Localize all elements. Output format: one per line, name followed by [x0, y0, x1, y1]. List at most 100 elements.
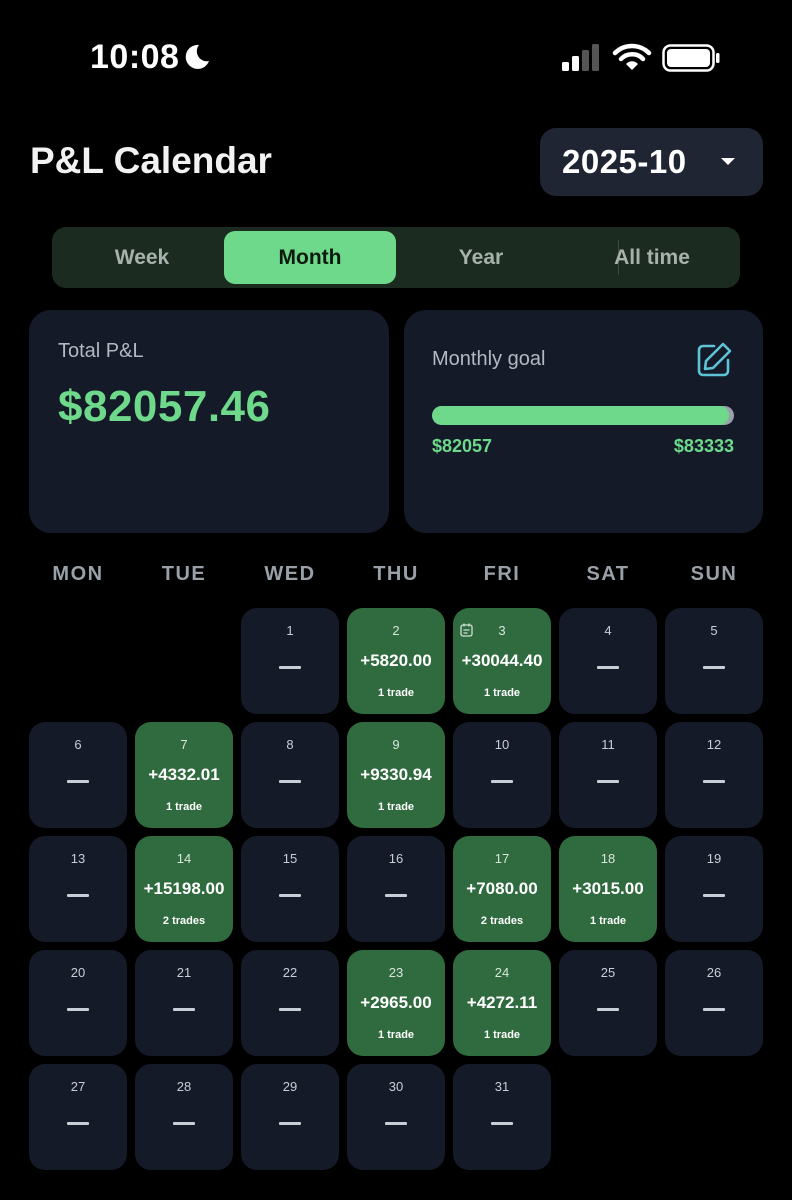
- no-trades-dash: [491, 780, 513, 783]
- day-number: 2: [392, 623, 400, 638]
- weekday-tue: TUE: [161, 563, 207, 585]
- weekday-sat: SAT: [586, 563, 630, 585]
- calendar-day-30[interactable]: 30: [347, 1064, 445, 1170]
- no-trades-dash: [279, 780, 301, 783]
- day-number: 19: [706, 851, 722, 866]
- day-number: 13: [70, 851, 86, 866]
- day-number: 30: [388, 1079, 404, 1094]
- calendar-day-4[interactable]: 4: [559, 608, 657, 714]
- no-trades-dash: [173, 1122, 195, 1125]
- status-bar: 10:08: [0, 0, 792, 110]
- calendar-day-22[interactable]: 22: [241, 950, 339, 1056]
- journal-note-icon: [460, 623, 473, 637]
- calendar-day-20[interactable]: 20: [29, 950, 127, 1056]
- battery-icon: [662, 44, 720, 72]
- tab-week[interactable]: Week: [56, 231, 228, 284]
- tab-label: Year: [458, 245, 504, 269]
- no-trades-dash: [279, 666, 301, 669]
- day-trade-count: 1 trade: [377, 687, 415, 699]
- moon-icon: [185, 44, 209, 69]
- no-trades-dash: [385, 1122, 407, 1125]
- calendar-day-2[interactable]: 2 +5820.00 1 trade: [347, 608, 445, 714]
- edit-icon[interactable]: [694, 340, 734, 380]
- day-number: 18: [600, 851, 616, 866]
- no-trades-dash: [597, 780, 619, 783]
- day-trade-count: 1 trade: [483, 1029, 521, 1041]
- calendar-day-6[interactable]: 6: [29, 722, 127, 828]
- day-number: 6: [74, 737, 82, 752]
- calendar-day-18[interactable]: 18 +3015.00 1 trade: [559, 836, 657, 942]
- monthly-goal-label: Monthly goal: [432, 348, 546, 370]
- calendar-day-16[interactable]: 16: [347, 836, 445, 942]
- day-number: 11: [601, 737, 615, 752]
- calendar-day-23[interactable]: 23 +2965.00 1 trade: [347, 950, 445, 1056]
- wifi-icon: [612, 43, 652, 70]
- weekday-wed: WED: [264, 563, 316, 585]
- day-pnl: +4272.11: [466, 993, 538, 1012]
- no-trades-dash: [703, 666, 725, 669]
- no-trades-dash: [279, 894, 301, 897]
- goal-progress-fill: [432, 406, 730, 425]
- calendar-day-3[interactable]: 3 +30044.40 1 trade: [453, 608, 551, 714]
- day-number: 22: [282, 965, 298, 980]
- tab-all-time[interactable]: All time: [566, 231, 738, 284]
- day-trade-count: 1 trade: [165, 801, 203, 813]
- goal-target-value: $83333: [673, 436, 734, 456]
- day-trade-count: 2 trades: [162, 915, 206, 927]
- tab-month[interactable]: Month: [224, 231, 396, 284]
- no-trades-dash: [279, 1008, 301, 1011]
- day-number: 20: [70, 965, 86, 980]
- calendar-day-5[interactable]: 5: [665, 608, 763, 714]
- calendar-day-8[interactable]: 8: [241, 722, 339, 828]
- day-pnl: +9330.94: [360, 765, 432, 784]
- day-number: 1: [286, 623, 294, 638]
- day-number: 8: [286, 737, 294, 752]
- weekday-mon: MON: [52, 563, 104, 585]
- calendar-day-19[interactable]: 19: [665, 836, 763, 942]
- calendar-day-14[interactable]: 14 +15198.00 2 trades: [135, 836, 233, 942]
- calendar-day-17[interactable]: 17 +7080.00 2 trades: [453, 836, 551, 942]
- goal-current-value: $82057: [432, 436, 493, 456]
- calendar-day-31[interactable]: 31: [453, 1064, 551, 1170]
- calendar-day-9[interactable]: 9 +9330.94 1 trade: [347, 722, 445, 828]
- day-trade-count: 2 trades: [480, 915, 524, 927]
- day-number: 4: [604, 623, 612, 638]
- monthly-goal-card: Monthly goal $82057 $83333: [404, 310, 763, 533]
- no-trades-dash: [67, 894, 89, 897]
- calendar-day-25[interactable]: 25: [559, 950, 657, 1056]
- calendar-day-24[interactable]: 24 +4272.11 1 trade: [453, 950, 551, 1056]
- day-trade-count: 1 trade: [589, 915, 627, 927]
- calendar-day-13[interactable]: 13: [29, 836, 127, 942]
- calendar-day-26[interactable]: 26: [665, 950, 763, 1056]
- calendar-day-7[interactable]: 7 +4332.01 1 trade: [135, 722, 233, 828]
- day-pnl: +30044.40: [461, 651, 543, 670]
- tab-year[interactable]: Year: [395, 231, 567, 284]
- selected-month: 2025-10: [562, 143, 687, 180]
- total-pnl-label: Total P&L: [58, 340, 144, 362]
- day-number: 31: [494, 1079, 510, 1094]
- day-pnl: +2965.00: [360, 993, 432, 1012]
- calendar-day-15[interactable]: 15: [241, 836, 339, 942]
- day-number: 10: [494, 737, 510, 752]
- tab-label: All time: [614, 245, 690, 269]
- calendar-day-12[interactable]: 12: [665, 722, 763, 828]
- day-trade-count: 1 trade: [377, 801, 415, 813]
- day-number: 28: [176, 1079, 192, 1094]
- calendar-day-11[interactable]: 11: [559, 722, 657, 828]
- cellular-signal-icon: [562, 44, 599, 71]
- calendar-day-10[interactable]: 10: [453, 722, 551, 828]
- no-trades-dash: [703, 1008, 725, 1011]
- month-selector[interactable]: 2025-10: [540, 128, 763, 196]
- period-tabs: Week Month Year All time: [52, 227, 740, 288]
- calendar-day-27[interactable]: 27: [29, 1064, 127, 1170]
- calendar-day-28[interactable]: 28: [135, 1064, 233, 1170]
- weekday-fri: FRI: [483, 563, 521, 585]
- day-number: 21: [176, 965, 192, 980]
- calendar-day-21[interactable]: 21: [135, 950, 233, 1056]
- no-trades-dash: [597, 666, 619, 669]
- calendar-day-29[interactable]: 29: [241, 1064, 339, 1170]
- weekday-sun: SUN: [690, 563, 738, 585]
- calendar-day-1[interactable]: 1: [241, 608, 339, 714]
- day-number: 16: [388, 851, 404, 866]
- day-number: 5: [710, 623, 718, 638]
